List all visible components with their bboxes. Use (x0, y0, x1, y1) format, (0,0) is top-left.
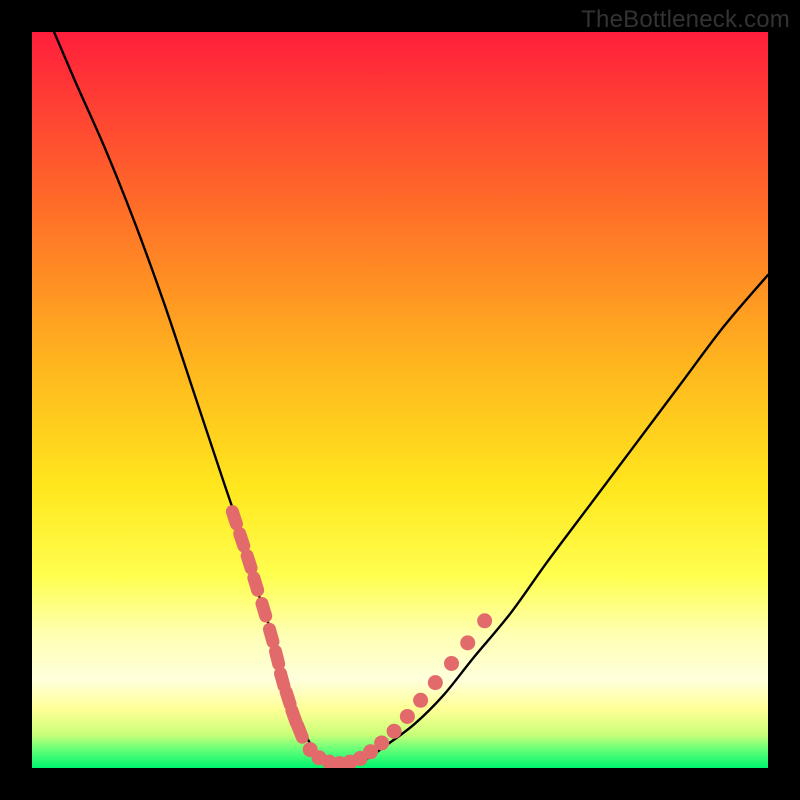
marker-dot (413, 693, 428, 708)
marker-dot (374, 735, 389, 750)
marker-dot (444, 656, 459, 671)
marker-dot (477, 613, 492, 628)
marker-dot (387, 724, 402, 739)
marker-dot (400, 709, 415, 724)
plot-area (32, 32, 768, 768)
marker-dot (460, 635, 475, 650)
gradient-background (32, 32, 768, 768)
marker-dot (428, 675, 443, 690)
watermark-text: TheBottleneck.com (581, 6, 790, 34)
chart-svg (32, 32, 768, 768)
chart-stage: TheBottleneck.com (0, 0, 800, 800)
